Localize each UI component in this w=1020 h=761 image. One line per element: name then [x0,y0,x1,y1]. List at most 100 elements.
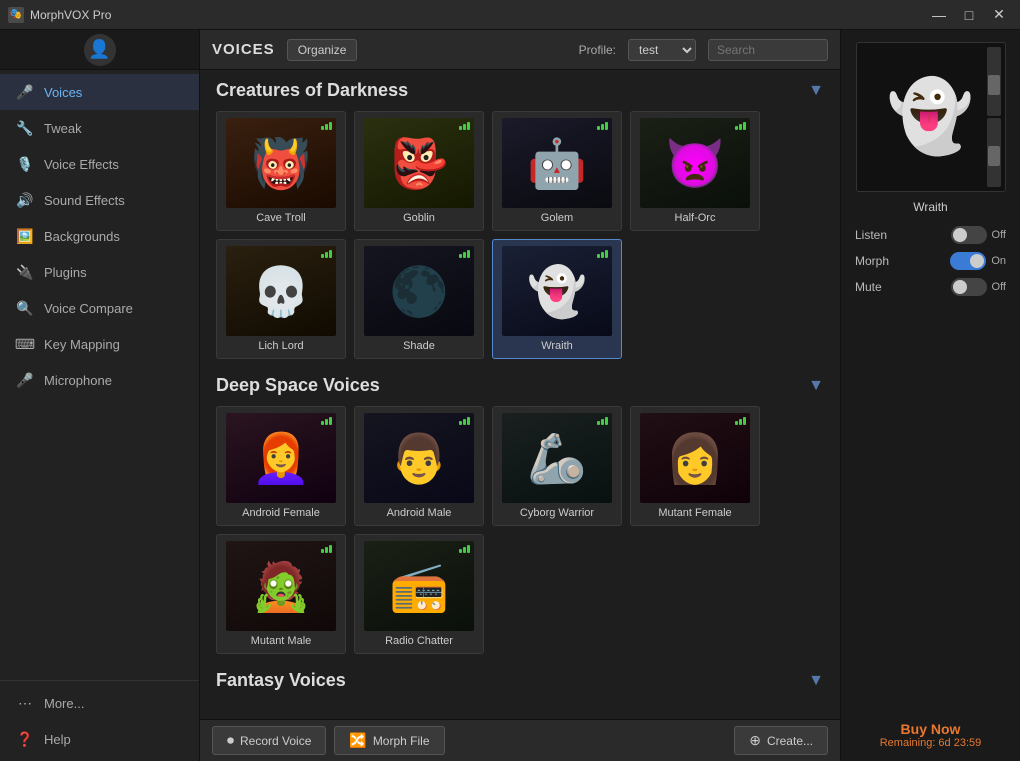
sidebar-label-plugins: Plugins [44,265,87,280]
section-arrow-creatures[interactable]: ▼ [808,82,824,100]
buy-now-button[interactable]: Buy Now [880,721,982,737]
titlebar-controls: — □ ✕ [926,5,1012,25]
morph-toggle[interactable] [950,252,986,270]
section-title-deep-space: Deep Space Voices [216,375,380,396]
signal-android-female [321,417,332,425]
morph-state: On [991,255,1006,267]
sidebar-item-voices[interactable]: 🎤 Voices [0,74,199,110]
sidebar-item-plugins[interactable]: 🔌 Plugins [0,254,199,290]
organize-button[interactable]: Organize [287,39,358,61]
record-voice-button[interactable]: ⏺ Record Voice [212,726,326,755]
voice-card-half-orc[interactable]: 👿 Half-Orc [630,111,760,231]
logo-icon: 👤 [84,34,116,66]
voice-effects-icon: 🎙️ [16,155,34,173]
sidebar-label-tweak: Tweak [44,121,82,136]
voices-area[interactable]: Creatures of Darkness ▼ 👹 C [200,70,840,719]
sidebar-label-more: More... [44,696,84,711]
section-arrow-deep-space[interactable]: ▼ [808,377,824,395]
voice-card-cyborg-warrior[interactable]: 🦾 Cyborg Warrior [492,406,622,526]
sidebar-item-sound-effects[interactable]: 🔊 Sound Effects [0,182,199,218]
morph-label: Morph File [373,734,430,748]
app-icon: 🎭 [8,7,24,23]
profile-label: Profile: [579,43,616,57]
signal-android-male [459,417,470,425]
create-button[interactable]: ⊕ Create... [734,726,828,755]
tweak-icon: 🔧 [16,119,34,137]
slider-track-2[interactable] [987,118,1001,187]
voice-compare-icon: 🔍 [16,299,34,317]
sidebar-label-voice-compare: Voice Compare [44,301,133,316]
signal-lich-lord [321,250,332,258]
sidebar-item-help[interactable]: ❓ Help [0,721,199,757]
search-input[interactable] [708,39,828,61]
minimize-button[interactable]: — [926,5,952,25]
section-header-fantasy: Fantasy Voices ▼ [216,670,824,691]
listen-knob [953,228,967,242]
slider-thumb-2 [988,146,1000,166]
voice-img-lich-lord: 💀 [226,246,336,336]
voice-card-golem[interactable]: 🤖 Golem [492,111,622,231]
morph-row: Morph On [851,252,1010,270]
signal-goblin [459,122,470,130]
sidebar-label-key-mapping: Key Mapping [44,337,120,352]
voice-card-wraith[interactable]: 👻 Wraith [492,239,622,359]
maximize-button[interactable]: □ [956,5,982,25]
buy-now-section: Buy Now Remaining: 6d 23:59 [880,721,982,749]
mute-toggle-wrap: Off [951,278,1006,296]
voice-card-goblin[interactable]: 👺 Goblin [354,111,484,231]
mute-row: Mute Off [851,278,1010,296]
sidebar-item-key-mapping[interactable]: ⌨ Key Mapping [0,326,199,362]
slider-track-1[interactable] [987,47,1001,116]
sidebar-logo: 👤 [0,30,199,70]
sound-effects-icon: 🔊 [16,191,34,209]
mute-toggle[interactable] [951,278,987,296]
voice-name-radio-chatter: Radio Chatter [385,635,453,647]
slider-thumb-1 [988,75,1000,95]
morph-toggle-wrap: On [950,252,1006,270]
voice-card-shade[interactable]: 🌑 Shade [354,239,484,359]
voice-name-half-orc: Half-Orc [675,212,716,224]
plugins-icon: 🔌 [16,263,34,281]
morph-file-button[interactable]: 🔀 Morph File [334,726,444,755]
sidebar-item-voice-effects[interactable]: 🎙️ Voice Effects [0,146,199,182]
signal-mutant-male [321,545,332,553]
signal-half-orc [735,122,746,130]
listen-toggle[interactable] [951,226,987,244]
section-header-creatures: Creatures of Darkness ▼ [216,80,824,101]
close-button[interactable]: ✕ [986,5,1012,25]
section-deep-space: Deep Space Voices ▼ 👩‍🦰 An [216,375,824,654]
sidebar-item-tweak[interactable]: 🔧 Tweak [0,110,199,146]
section-arrow-fantasy[interactable]: ▼ [808,672,824,690]
morph-icon: 🔀 [349,732,366,749]
voice-card-mutant-male[interactable]: 🧟 Mutant Male [216,534,346,654]
voice-card-mutant-female[interactable]: 👩 Mutant Female [630,406,760,526]
signal-shade [459,250,470,258]
sidebar-item-voice-compare[interactable]: 🔍 Voice Compare [0,290,199,326]
content-header: VOICES Organize Profile: test [200,30,840,70]
profile-select[interactable]: test [628,39,696,61]
voice-name-mutant-male: Mutant Male [251,635,312,647]
voice-img-half-orc: 👿 [640,118,750,208]
signal-radio-chatter [459,545,470,553]
voice-card-lich-lord[interactable]: 💀 Lich Lord [216,239,346,359]
morph-toggle-label: Morph [855,254,889,268]
sidebar-item-more[interactable]: ⋯ More... [0,685,199,721]
voice-img-android-female: 👩‍🦰 [226,413,336,503]
main-content: VOICES Organize Profile: test Creatures … [200,30,840,761]
sidebar-item-microphone[interactable]: 🎤 Microphone [0,362,199,398]
voice-card-android-male[interactable]: 👨 Android Male [354,406,484,526]
sidebar-item-backgrounds[interactable]: 🖼️ Backgrounds [0,218,199,254]
section-fantasy: Fantasy Voices ▼ [216,670,824,691]
voice-name-golem: Golem [541,212,573,224]
bottom-bar: ⏺ Record Voice 🔀 Morph File ⊕ Create... [200,719,840,761]
app-body: 👤 🎤 Voices 🔧 Tweak 🎙️ Voice Effects 🔊 So… [0,30,1020,761]
voice-card-android-female[interactable]: 👩‍🦰 Android Female [216,406,346,526]
sidebar-label-backgrounds: Backgrounds [44,229,120,244]
voice-card-radio-chatter[interactable]: 📻 Radio Chatter [354,534,484,654]
voice-card-cave-troll[interactable]: 👹 Cave Troll [216,111,346,231]
mute-knob [953,280,967,294]
voice-name-mutant-female: Mutant Female [658,507,731,519]
voice-name-shade: Shade [403,340,435,352]
voice-img-goblin: 👺 [364,118,474,208]
preview-name: Wraith [913,200,947,214]
